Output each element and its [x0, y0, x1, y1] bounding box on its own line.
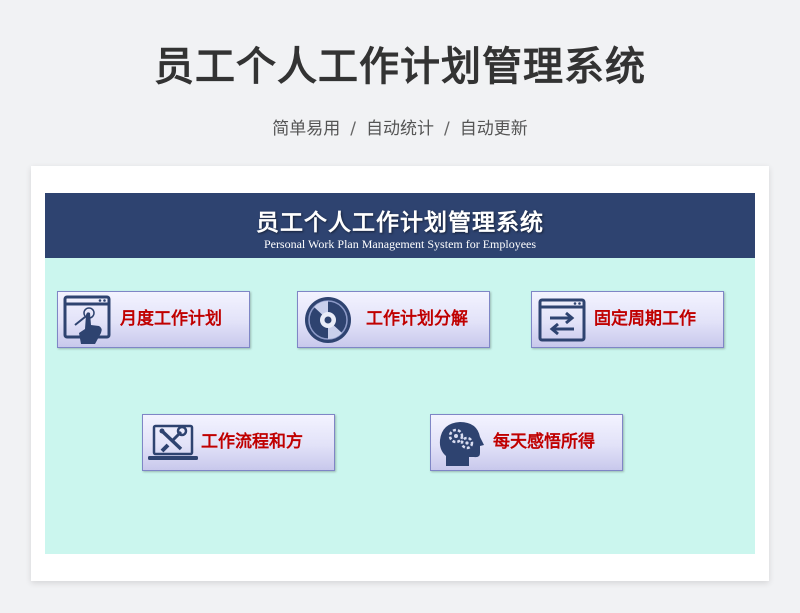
- app-card: 员工个人工作计划管理系统 Personal Work Plan Manageme…: [31, 166, 769, 581]
- page-subtitle: 简单易用 / 自动统计 / 自动更新: [0, 114, 800, 139]
- subtitle-separator: /: [444, 119, 450, 139]
- plan-breakdown-button[interactable]: 工作计划分解: [297, 291, 490, 348]
- plan-breakdown-label: 工作计划分解: [366, 309, 468, 329]
- window-swap-icon: [537, 295, 587, 345]
- app-header: 员工个人工作计划管理系统 Personal Work Plan Manageme…: [45, 193, 755, 258]
- menu-area: 月度工作计划 工作计划分解 固定周期工作 工作流程和方 每天感悟所得: [45, 258, 755, 554]
- daily-insight-button[interactable]: 每天感悟所得: [430, 414, 623, 471]
- page-title: 员工个人工作计划管理系统: [154, 44, 646, 90]
- disc-icon: [303, 295, 353, 345]
- head-gears-icon: [436, 418, 486, 468]
- workflow-button[interactable]: 工作流程和方: [142, 414, 335, 471]
- touch-screen-icon: [63, 295, 113, 345]
- subtitle-item-easy: 简单易用: [272, 119, 341, 139]
- monthly-plan-label: 月度工作计划: [120, 309, 222, 329]
- subtitle-item-auto-stats: 自动统计: [366, 119, 434, 139]
- subtitle-separator: /: [350, 119, 356, 139]
- app-title: 员工个人工作计划管理系统: [256, 210, 544, 236]
- fixed-cycle-button[interactable]: 固定周期工作: [531, 291, 724, 348]
- daily-insight-label: 每天感悟所得: [493, 432, 595, 452]
- workflow-label: 工作流程和方: [201, 432, 303, 452]
- subtitle-item-auto-update: 自动更新: [459, 119, 528, 139]
- laptop-tools-icon: [148, 418, 198, 468]
- monthly-plan-button[interactable]: 月度工作计划: [57, 291, 250, 348]
- app-subtitle: Personal Work Plan Management System for…: [263, 237, 537, 251]
- fixed-cycle-label: 固定周期工作: [594, 309, 696, 329]
